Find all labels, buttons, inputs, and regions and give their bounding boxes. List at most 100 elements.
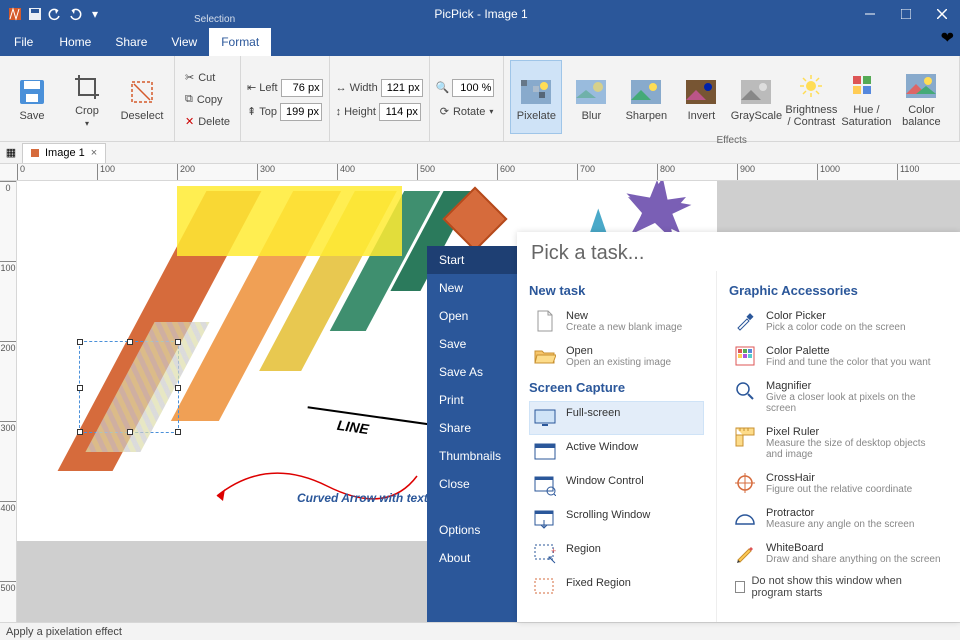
pixelate-button[interactable]: Pixelate — [510, 60, 562, 134]
hue-saturation-button[interactable]: Hue / Saturation — [840, 60, 892, 134]
task-color-palette[interactable]: Color PaletteFind and tune the color tha… — [729, 339, 948, 374]
zoom-input[interactable] — [452, 79, 494, 97]
svg-text:+: + — [551, 546, 556, 556]
section-graphic-accessories: Graphic Accessories — [729, 277, 948, 304]
selection-box[interactable] — [79, 341, 179, 433]
undo-icon[interactable] — [48, 7, 62, 21]
eyedropper-icon — [734, 310, 756, 332]
window-icon — [534, 441, 556, 463]
redo-icon[interactable] — [68, 7, 82, 21]
task-scrolling-window[interactable]: Scrolling Window — [529, 503, 704, 537]
close-button[interactable] — [924, 0, 960, 28]
menu-new[interactable]: New — [427, 274, 517, 302]
menu-close[interactable]: Close — [427, 470, 517, 498]
rotate-icon: ⟳ — [440, 105, 449, 118]
heart-icon[interactable]: ❤ — [941, 28, 954, 48]
ribbon-tabs: Selection File Home Share View Format — [0, 28, 960, 56]
qat-dropdown-icon[interactable]: ▾ — [88, 7, 102, 21]
tab-view[interactable]: View — [159, 28, 209, 56]
height-icon: ↕ — [336, 106, 342, 118]
menu-thumbnails[interactable]: Thumbnails — [427, 442, 517, 470]
left-input[interactable] — [281, 79, 323, 97]
width-input[interactable] — [381, 79, 423, 97]
monitor-icon — [534, 407, 556, 429]
top-input[interactable] — [280, 103, 322, 121]
minimize-button[interactable] — [852, 0, 888, 28]
titlebar: ▾ PicPick - Image 1 — [0, 0, 960, 28]
document-tab[interactable]: Image 1 × — [22, 143, 106, 163]
task-color-picker[interactable]: Color PickerPick a color code on the scr… — [729, 304, 948, 339]
save-button[interactable]: Save — [6, 60, 58, 134]
task-pixel-ruler[interactable]: Pixel RulerMeasure the size of desktop o… — [729, 420, 948, 466]
height-input[interactable] — [379, 103, 421, 121]
protractor-icon — [734, 507, 756, 529]
ribbon: Save Crop▾ Deselect ✂Cut ⧉Copy ✕Delete ⇤… — [0, 56, 960, 142]
menu-options[interactable]: Options — [427, 516, 517, 544]
task-fullscreen[interactable]: Full-screen — [529, 401, 704, 435]
statusbar: Apply a pixelation effect — [0, 622, 960, 640]
brightness-button[interactable]: Brightness / Contrast — [785, 60, 837, 134]
crosshair-icon — [734, 472, 756, 494]
tab-home[interactable]: Home — [47, 28, 103, 56]
task-panel: Pick a task... New task NewCreate a new … — [517, 232, 960, 622]
region-icon: + — [534, 543, 556, 565]
deselect-button[interactable]: Deselect — [116, 60, 168, 134]
menu-open[interactable]: Open — [427, 302, 517, 330]
task-fixed-region[interactable]: Fixed Region — [529, 571, 704, 605]
line-text: LINE — [336, 417, 370, 437]
copy-button[interactable]: ⧉Copy — [181, 89, 234, 111]
task-window-control[interactable]: Window Control — [529, 469, 704, 503]
palette-icon — [734, 345, 756, 367]
folder-open-icon — [534, 345, 556, 367]
menu-save[interactable]: Save — [427, 330, 517, 358]
cut-button[interactable]: ✂Cut — [181, 67, 234, 89]
grayscale-button[interactable]: GrayScale — [730, 60, 782, 134]
dont-show-checkbox[interactable]: Do not show this window when program sta… — [729, 571, 948, 603]
task-new[interactable]: NewCreate a new blank image — [529, 304, 704, 339]
window-control-icon — [534, 475, 556, 497]
width-icon: ↔ — [336, 82, 347, 94]
file-tab[interactable]: File — [0, 28, 47, 56]
task-whiteboard[interactable]: WhiteBoardDraw and share anything on the… — [729, 536, 948, 571]
menu-share[interactable]: Share — [427, 414, 517, 442]
menu-print[interactable]: Print — [427, 386, 517, 414]
task-panel-header: Pick a task... — [517, 232, 960, 271]
color-balance-button[interactable]: Color balance — [895, 60, 947, 134]
maximize-button[interactable] — [888, 0, 924, 28]
task-active-window[interactable]: Active Window — [529, 435, 704, 469]
tab-format[interactable]: Format — [209, 28, 271, 56]
blur-button[interactable]: Blur — [565, 60, 617, 134]
menu-about[interactable]: About — [427, 544, 517, 572]
ruler-icon — [734, 426, 756, 448]
invert-button[interactable]: Invert — [675, 60, 727, 134]
quick-access-toolbar: ▾ — [0, 7, 110, 21]
save-icon[interactable] — [28, 7, 42, 21]
context-tab-label: Selection — [194, 14, 235, 25]
task-crosshair[interactable]: CrossHairFigure out the relative coordin… — [729, 466, 948, 501]
scissors-icon: ✂ — [185, 71, 194, 84]
task-protractor[interactable]: ProtractorMeasure any angle on the scree… — [729, 501, 948, 536]
top-arrow-icon: ⇞ — [247, 105, 256, 118]
task-open[interactable]: OpenOpen an existing image — [529, 339, 704, 374]
file-icon — [534, 310, 556, 332]
start-menu: Start New Open Save Save As Print Share … — [427, 246, 517, 622]
tab-grid-icon[interactable]: ▦ — [0, 146, 22, 159]
close-tab-icon[interactable]: × — [91, 147, 97, 159]
tab-share[interactable]: Share — [103, 28, 159, 56]
document-color-icon — [31, 149, 39, 157]
crop-button[interactable]: Crop▾ — [61, 60, 113, 134]
menu-start[interactable]: Start — [427, 246, 517, 274]
rotate-button[interactable]: ⟳Rotate▾ — [436, 101, 498, 123]
x-icon: ✕ — [185, 115, 194, 128]
fixed-region-icon — [534, 577, 556, 599]
delete-button[interactable]: ✕Delete — [181, 111, 234, 133]
vertical-ruler: 0 100 200 300 400 500 — [0, 181, 17, 622]
arrow-text: Curved Arrow with text — [297, 491, 428, 505]
menu-saveas[interactable]: Save As — [427, 358, 517, 386]
task-region[interactable]: + Region — [529, 537, 704, 571]
zoom-icon: 🔍 — [436, 81, 450, 94]
left-arrow-icon: ⇤ — [247, 81, 256, 94]
task-magnifier[interactable]: MagnifierGive a closer look at pixels on… — [729, 374, 948, 420]
scroll-window-icon — [534, 509, 556, 531]
sharpen-button[interactable]: Sharpen — [620, 60, 672, 134]
